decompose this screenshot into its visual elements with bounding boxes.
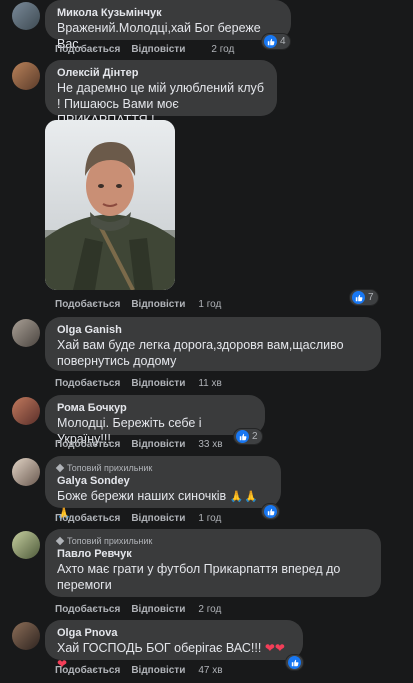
comment-text: Ахто має грати у футбол Прикарпаття впер… [57, 562, 341, 592]
like-button[interactable]: Подобається [55, 439, 120, 450]
like-button[interactable]: Подобається [55, 604, 120, 615]
comment-time[interactable]: 11 хв [198, 378, 221, 389]
comment-bubble: Микола Кузьмінчук Вражений.Молодці,хай Б… [45, 0, 291, 51]
comment-author[interactable]: Olga Ganish [57, 323, 369, 337]
reaction-count[interactable] [286, 655, 303, 670]
comment-time[interactable]: 1 год [198, 299, 221, 310]
thumbs-up-icon [264, 35, 277, 48]
avatar[interactable] [12, 397, 40, 425]
comment-actions: Подобається Відповісти 11 хв [55, 378, 222, 389]
comment-author[interactable]: Олексій Дінтер [57, 66, 265, 80]
reaction-number: 4 [280, 36, 286, 47]
thumbs-up-icon [236, 430, 249, 443]
diamond-icon [55, 536, 65, 546]
avatar[interactable] [12, 531, 40, 559]
avatar[interactable] [12, 319, 40, 347]
comment-author[interactable]: Павло Ревчук [57, 547, 369, 561]
like-button[interactable]: Подобається [55, 513, 120, 524]
avatar[interactable] [12, 62, 40, 90]
comment-text: Хай вам буде легка дорога,здоровя вам,ща… [57, 338, 344, 368]
comment-bubble: Топовий прихильник Павло Ревчук Ахто має… [45, 529, 381, 597]
comment-actions: Подобається Відповісти 1 год [55, 513, 221, 524]
avatar[interactable] [12, 458, 40, 486]
reply-button[interactable]: Відповісти [131, 665, 185, 676]
reply-button[interactable]: Відповісти [131, 439, 185, 450]
like-button[interactable]: Подобається [55, 665, 120, 676]
comment-author[interactable]: Микола Кузьмінчук [57, 6, 279, 20]
reaction-number: 7 [368, 292, 374, 303]
comment-actions: Подобається Відповісти 2 год [55, 44, 234, 55]
comment-bubble: Топовий прихильник Galya Sondey Боже бер… [45, 456, 281, 520]
comment-time[interactable]: 2 год [198, 604, 221, 615]
avatar[interactable] [12, 622, 40, 650]
comment-bubble: Олексій Дінтер Не даремно це мій улюблен… [45, 60, 277, 127]
reply-button[interactable]: Відповісти [131, 44, 185, 55]
reaction-count[interactable]: 4 [262, 34, 290, 49]
comment-actions: Подобається Відповісти 2 год [55, 604, 221, 615]
comment-bubble: Рома Бочкур Молодці. Бережіть себе і Укр… [45, 395, 265, 446]
comment-time[interactable]: 1 год [198, 513, 221, 524]
comment-time[interactable]: 47 хв [198, 665, 222, 676]
comment-text-body: Боже бережи наших синочків [57, 489, 227, 503]
soldier-photo-image [45, 120, 175, 290]
avatar[interactable] [12, 2, 40, 30]
thumbs-up-icon [352, 291, 365, 304]
reply-button[interactable]: Відповісти [131, 299, 185, 310]
thumbs-up-icon [264, 505, 277, 518]
diamond-icon [55, 463, 65, 473]
comment-text-body: Хай ГОСПОДЬ БОГ оберігає ВАС!!! [57, 641, 262, 655]
comment-actions: Подобається Відповісти 47 хв [55, 665, 223, 676]
comment-author[interactable]: Рома Бочкур [57, 401, 253, 415]
reply-button[interactable]: Відповісти [131, 378, 185, 389]
like-button[interactable]: Подобається [55, 44, 120, 55]
top-fan-badge: Топовий прихильник [55, 462, 269, 474]
comment-author[interactable]: Olga Pnova [57, 626, 291, 640]
thumbs-up-icon [288, 656, 301, 669]
comment-time[interactable]: 33 хв [198, 439, 222, 450]
comment-actions: Подобається Відповісти 33 хв [55, 439, 223, 450]
reply-button[interactable]: Відповісти [131, 604, 185, 615]
reaction-count[interactable]: 2 [234, 429, 262, 444]
reaction-count[interactable]: 7 [350, 290, 378, 305]
comment-bubble: Olga Pnova Хай ГОСПОДЬ БОГ оберігає ВАС!… [45, 620, 303, 671]
like-button[interactable]: Подобається [55, 299, 120, 310]
badge-label: Топовий прихильник [67, 536, 153, 546]
comment-photo[interactable] [45, 120, 175, 290]
like-button[interactable]: Подобається [55, 378, 120, 389]
reaction-count[interactable] [262, 504, 279, 519]
reply-button[interactable]: Відповісти [131, 513, 185, 524]
top-fan-badge: Топовий прихильник [55, 535, 369, 547]
reaction-number: 2 [252, 431, 258, 442]
comment-actions: Подобається Відповісти 1 год [55, 299, 221, 310]
badge-label: Топовий прихильник [67, 463, 153, 473]
comment-author[interactable]: Galya Sondey [57, 474, 269, 488]
comment-bubble: Olga Ganish Хай вам буде легка дорога,зд… [45, 317, 381, 371]
comment-time[interactable]: 2 год [211, 44, 234, 55]
